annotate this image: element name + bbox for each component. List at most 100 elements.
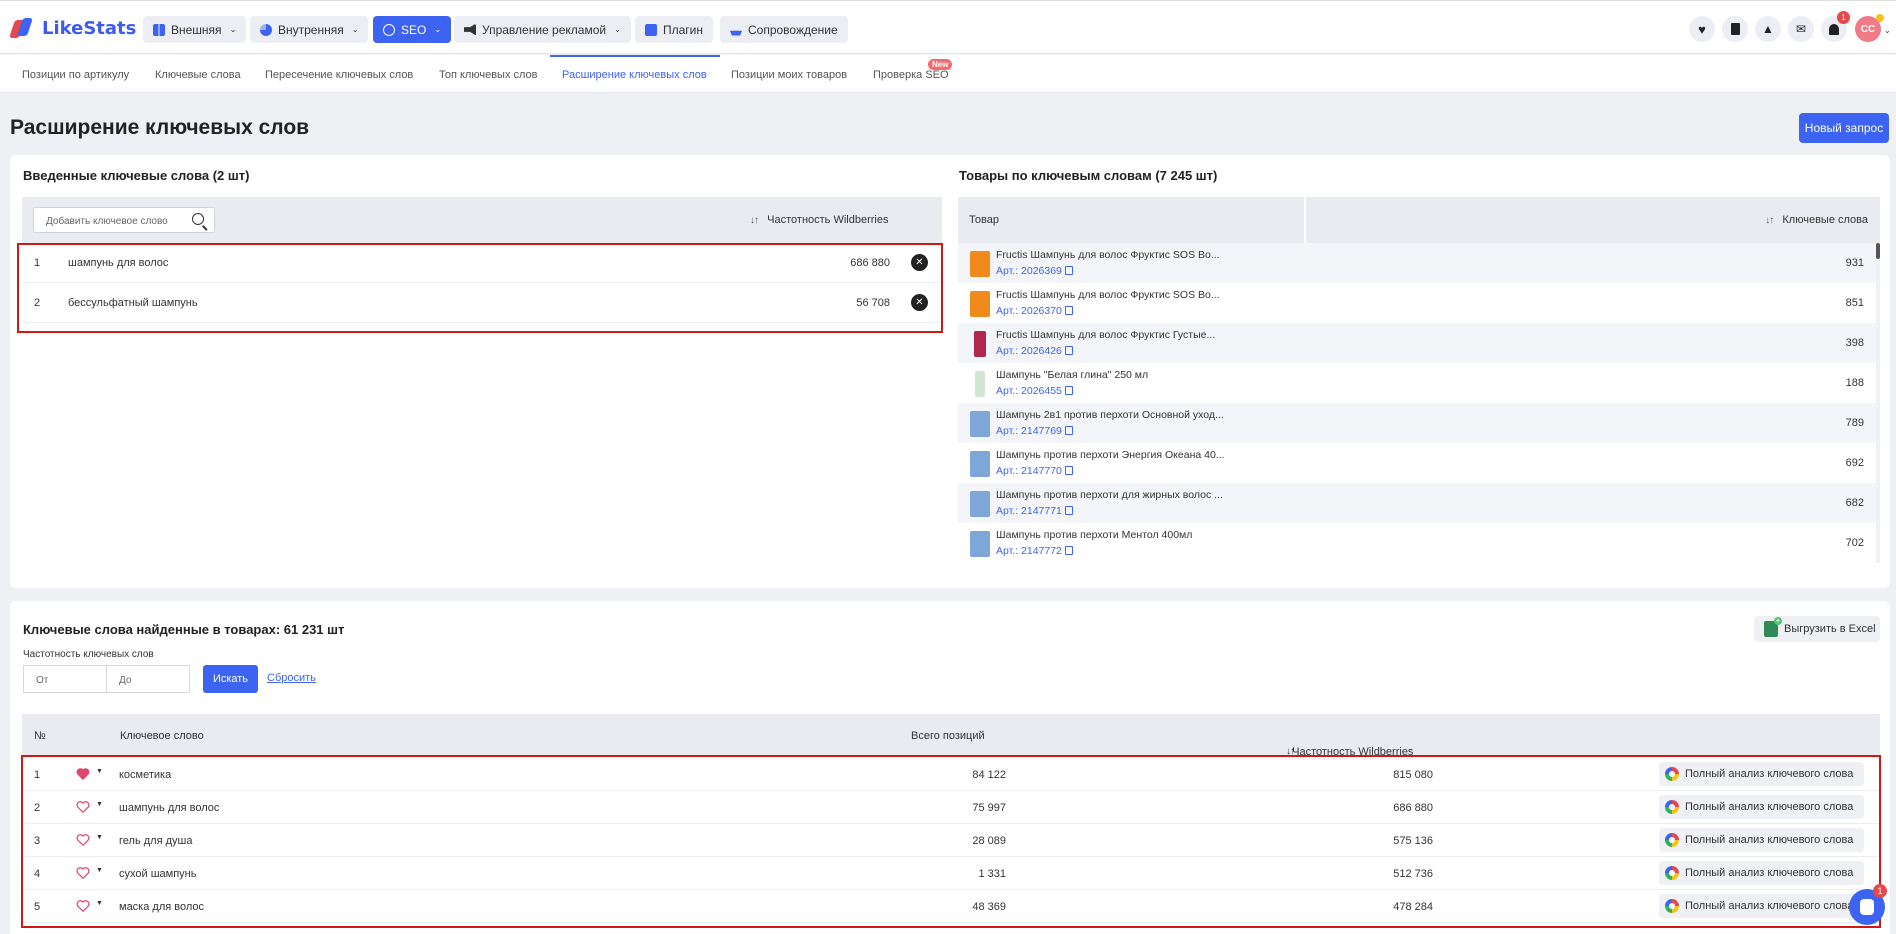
logo-text: LikeStats bbox=[42, 17, 137, 39]
logo[interactable]: LikeStats bbox=[9, 17, 137, 39]
export-excel-button[interactable]: Выгрузить в Excel bbox=[1754, 616, 1880, 642]
add-keyword-input[interactable]: Добавить ключевое слово bbox=[33, 207, 215, 233]
chat-badge: 1 bbox=[1873, 884, 1887, 898]
nav-support-label: Сопровождение bbox=[748, 22, 838, 37]
notification-badge: 1 bbox=[1837, 11, 1850, 24]
product-article-text: Арт.: 2026370 bbox=[996, 305, 1062, 317]
from-placeholder: От bbox=[36, 675, 49, 686]
product-article[interactable]: Арт.: 2147769 bbox=[996, 425, 1073, 437]
chevron-down-icon[interactable]: ⌄ bbox=[1884, 26, 1891, 35]
products-title: Товары по ключевым словам (7 245 шт) bbox=[959, 168, 1218, 183]
nav-internal[interactable]: Внутренняя ⌄ bbox=[250, 16, 369, 43]
nav-plugin[interactable]: Плагин bbox=[635, 16, 714, 43]
page-title: Расширение ключевых слов bbox=[10, 116, 310, 139]
notifications-button[interactable]: 1 bbox=[1821, 11, 1850, 42]
product-article[interactable]: Арт.: 2147770 bbox=[996, 465, 1073, 477]
nav-external[interactable]: Внешняя ⌄ bbox=[143, 16, 247, 43]
new-badge: New bbox=[928, 59, 953, 70]
product-row[interactable]: Шампунь против перхоти Энергия Океана 40… bbox=[958, 443, 1876, 483]
messages-button[interactable]: ✉ bbox=[1788, 16, 1814, 42]
status-dot bbox=[1876, 14, 1884, 22]
product-article[interactable]: Арт.: 2026370 bbox=[996, 305, 1073, 317]
product-article[interactable]: Арт.: 2026426 bbox=[996, 345, 1073, 357]
product-image bbox=[970, 491, 990, 517]
reset-link[interactable]: Сбросить bbox=[267, 672, 316, 684]
copy-icon[interactable] bbox=[1064, 466, 1073, 475]
education-button[interactable]: ▲ bbox=[1755, 16, 1781, 42]
product-row[interactable]: Шампунь "Белая глина" 250 мл Арт.: 20264… bbox=[958, 363, 1876, 403]
col-keywords[interactable]: ↓↑ Ключевые слова bbox=[1765, 214, 1868, 226]
nav-support[interactable]: Сопровождение bbox=[720, 16, 848, 43]
product-article[interactable]: Арт.: 2026369 bbox=[996, 265, 1073, 277]
product-image bbox=[974, 331, 986, 357]
col-keywords-label: Ключевые слова bbox=[1782, 214, 1868, 226]
nav-seo[interactable]: SEO ⌄ bbox=[373, 16, 452, 43]
product-article-text: Арт.: 2147772 bbox=[996, 545, 1062, 557]
product-keyword-count: 931 bbox=[1845, 257, 1864, 269]
top-navigation: LikeStats Внешняя ⌄ Внутренняя ⌄ SEO ⌄ У… bbox=[0, 0, 1896, 54]
product-row[interactable]: Шампунь против перхоти для жирных волос … bbox=[958, 483, 1876, 523]
tab-keyword-expansion[interactable]: Расширение ключевых слов bbox=[562, 69, 707, 81]
product-article-text: Арт.: 2147770 bbox=[996, 465, 1062, 477]
logo-icon bbox=[9, 17, 36, 39]
copy-icon[interactable] bbox=[1064, 306, 1073, 315]
favorites-button[interactable]: ♥ bbox=[1689, 16, 1715, 42]
product-name: Шампунь против перхоти Энергия Океана 40… bbox=[996, 449, 1225, 461]
product-name: Fructis Шампунь для волос Фруктис Густые… bbox=[996, 329, 1216, 341]
scrollbar-thumb[interactable] bbox=[1876, 243, 1880, 259]
add-keyword-placeholder: Добавить ключевое слово bbox=[46, 216, 168, 227]
product-row[interactable]: Fructis Шампунь для волос Фруктис SOS Во… bbox=[958, 283, 1876, 323]
product-image bbox=[975, 371, 985, 397]
new-request-button[interactable]: Новый запрос bbox=[1799, 113, 1889, 143]
frequency-from-input[interactable]: От bbox=[23, 665, 107, 693]
tab-keywords[interactable]: Ключевые слова bbox=[155, 69, 241, 81]
plugin-icon bbox=[645, 23, 657, 36]
tab-seo-check[interactable]: Проверка SEO bbox=[873, 69, 949, 81]
product-row[interactable]: Шампунь 2в1 против перхоти Основной уход… bbox=[958, 403, 1876, 443]
product-row[interactable]: Шампунь против перхоти Ментол 400мл Арт.… bbox=[958, 523, 1876, 563]
header-divider bbox=[1304, 197, 1306, 243]
col-total-positions[interactable]: Всего позиций bbox=[911, 730, 985, 742]
copy-icon[interactable] bbox=[1064, 386, 1073, 395]
product-article[interactable]: Арт.: 2026455 bbox=[996, 385, 1073, 397]
avatar[interactable]: CC bbox=[1855, 14, 1884, 42]
product-image bbox=[970, 531, 990, 557]
copy-icon[interactable] bbox=[1064, 346, 1073, 355]
product-article-text: Арт.: 2026426 bbox=[996, 345, 1062, 357]
megaphone-icon bbox=[464, 23, 476, 36]
copy-icon[interactable] bbox=[1064, 266, 1073, 275]
found-keywords-title: Ключевые слова найденные в товарах: 61 2… bbox=[23, 622, 345, 637]
entered-freq-header[interactable]: ↓↑ Частотность Wildberries bbox=[750, 214, 888, 226]
product-article-text: Арт.: 2026369 bbox=[996, 265, 1062, 277]
product-name: Шампунь "Белая глина" 250 мл bbox=[996, 369, 1149, 381]
chevron-down-icon: ⌄ bbox=[434, 25, 442, 34]
nav-ads[interactable]: Управление рекламой ⌄ bbox=[454, 16, 631, 43]
copy-icon[interactable] bbox=[1064, 546, 1073, 555]
product-article-text: Арт.: 2147771 bbox=[996, 505, 1062, 517]
tab-top-keywords[interactable]: Топ ключевых слов bbox=[439, 69, 538, 81]
col-number: № bbox=[34, 730, 46, 742]
search-icon[interactable] bbox=[192, 213, 204, 225]
nav-internal-label: Внутренняя bbox=[278, 22, 344, 37]
product-article[interactable]: Арт.: 2147771 bbox=[996, 505, 1073, 517]
sort-icon: ↓↑ bbox=[750, 215, 759, 226]
col-keyword: Ключевое слово bbox=[120, 730, 204, 742]
tab-keyword-intersection[interactable]: Пересечение ключевых слов bbox=[265, 69, 413, 81]
chevron-down-icon: ⌄ bbox=[614, 25, 621, 34]
copy-icon[interactable] bbox=[1064, 426, 1073, 435]
mail-icon: ✉ bbox=[1795, 22, 1807, 36]
products-scrollbar[interactable] bbox=[1876, 243, 1880, 563]
product-keyword-count: 398 bbox=[1845, 337, 1864, 349]
product-row[interactable]: Fructis Шампунь для волос Фруктис Густые… bbox=[958, 323, 1876, 363]
search-button[interactable]: Искать bbox=[203, 665, 258, 693]
documents-button[interactable] bbox=[1722, 16, 1748, 42]
col-wb-frequency[interactable]: ↓↑ Частотность Wildberries bbox=[1286, 730, 1413, 758]
product-row[interactable]: Fructis Шампунь для волос Фруктис SOS Во… bbox=[958, 243, 1876, 283]
frequency-to-input[interactable]: До bbox=[106, 665, 190, 693]
product-article-text: Арт.: 2026455 bbox=[996, 385, 1062, 397]
product-article[interactable]: Арт.: 2147772 bbox=[996, 545, 1073, 557]
nav-ads-label: Управление рекламой bbox=[482, 22, 607, 37]
tab-article-positions[interactable]: Позиции по артикулу bbox=[22, 69, 129, 81]
copy-icon[interactable] bbox=[1064, 506, 1073, 515]
tab-my-products-positions[interactable]: Позиции моих товаров bbox=[731, 69, 847, 81]
